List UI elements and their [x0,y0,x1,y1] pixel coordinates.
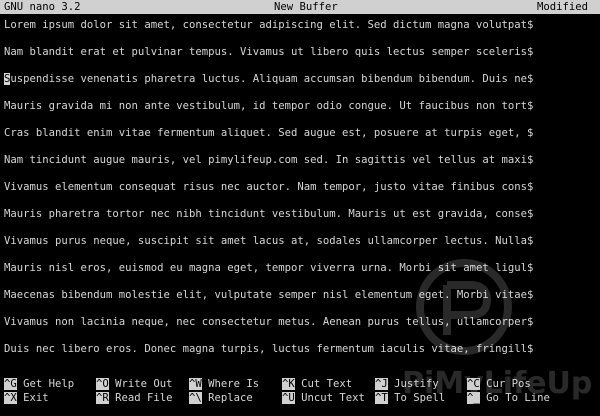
buffer-name: New Buffer [274,1,338,13]
shortcut-label: Cut Text [294,378,353,390]
editor-line[interactable]: Vivamus elementum consequat risus nec au… [4,180,600,194]
shortcut-cur-pos[interactable]: ^C Cur Pos [467,377,531,391]
shortcut-get-help[interactable]: ^G Get Help [4,377,74,391]
shortcut-key: ^W [189,378,202,390]
editor-line[interactable]: Vivamus non lacinia neque, nec consectet… [4,315,600,329]
editor-line[interactable]: Nam tincidunt augue mauris, vel pimylife… [4,153,600,167]
text-editor-area[interactable]: Lorem ipsum dolor sit amet, consectetur … [0,18,600,368]
shortcut-justify[interactable]: ^J Justify [375,377,439,391]
shortcut-label: Uncut Text [294,392,365,404]
shortcut-where-is[interactable]: ^W Where Is [189,377,259,391]
shortcut-key: ^C [467,378,480,390]
editor-line[interactable]: Nam blandit erat et pulvinar tempus. Viv… [4,45,600,59]
shortcut-to-spell[interactable]: ^T To Spell [375,391,445,405]
shortcut-key: ^R [96,392,109,404]
shortcut-key: ^U [282,392,295,404]
shortcut-key: ^O [96,378,109,390]
editor-line[interactable]: Maecenas bibendum molestie elit, vulputa… [4,288,600,302]
shortcut-label: Cur Pos [479,378,531,390]
editor-line[interactable]: Mauris nisl eros, euismod eu magna eget,… [4,261,600,275]
shortcut-label: Write Out [108,378,173,390]
shortcut-label: To Spell [387,392,446,404]
editor-line[interactable]: Duis nec libero eros. Donec magna turpis… [4,342,600,356]
shortcut-uncut-text[interactable]: ^U Uncut Text [282,391,365,405]
shortcut-replace[interactable]: ^\ Replace [189,391,253,405]
shortcut-key: ^G [4,378,17,390]
shortcut-label: Justify [387,378,439,390]
shortcut-label: Go To Line [479,392,550,404]
shortcut-bar: ^G Get Help ^O Write Out ^W Where Is ^K … [0,377,600,407]
shortcut-key: ^X [4,392,17,404]
shortcut-write-out[interactable]: ^O Write Out [96,377,173,391]
shortcut-label: Where Is [201,378,260,390]
editor-line-with-cursor[interactable]: Suspendisse venenatis pharetra luctus. A… [4,72,600,86]
title-bar: GNU nano 3.2 New Buffer Modified [0,0,600,14]
shortcut-exit[interactable]: ^X Exit [4,391,49,405]
editor-line[interactable]: Mauris gravida mi non ante vestibulum, i… [4,99,600,113]
shortcut-label: Read File [108,392,173,404]
editor-line-text: uspendisse venenatis pharetra luctus. Al… [10,73,534,85]
shortcut-label: Exit [16,392,49,404]
shortcut-cut-text[interactable]: ^K Cut Text [282,377,352,391]
shortcut-label: Replace [201,392,253,404]
shortcut-key: ^\ [189,392,202,404]
shortcut-key: ^T [375,392,388,404]
editor-line[interactable]: Mauris pharetra tortor nec nibh tincidun… [4,207,600,221]
shortcut-label: Get Help [16,378,75,390]
shortcut-key: ^_ [467,392,480,404]
shortcut-go-to-line[interactable]: ^_ Go To Line [467,391,550,405]
shortcut-read-file[interactable]: ^R Read File [96,391,173,405]
app-version: GNU nano 3.2 [4,1,81,13]
shortcut-key: ^J [375,378,388,390]
shortcut-key: ^K [282,378,295,390]
editor-line[interactable]: Vivamus purus neque, suscipit sit amet l… [4,234,600,248]
editor-line[interactable]: Lorem ipsum dolor sit amet, consectetur … [4,18,600,32]
editor-line[interactable]: Cras blandit enim vitae fermentum alique… [4,126,600,140]
modified-status: Modified [537,1,589,13]
